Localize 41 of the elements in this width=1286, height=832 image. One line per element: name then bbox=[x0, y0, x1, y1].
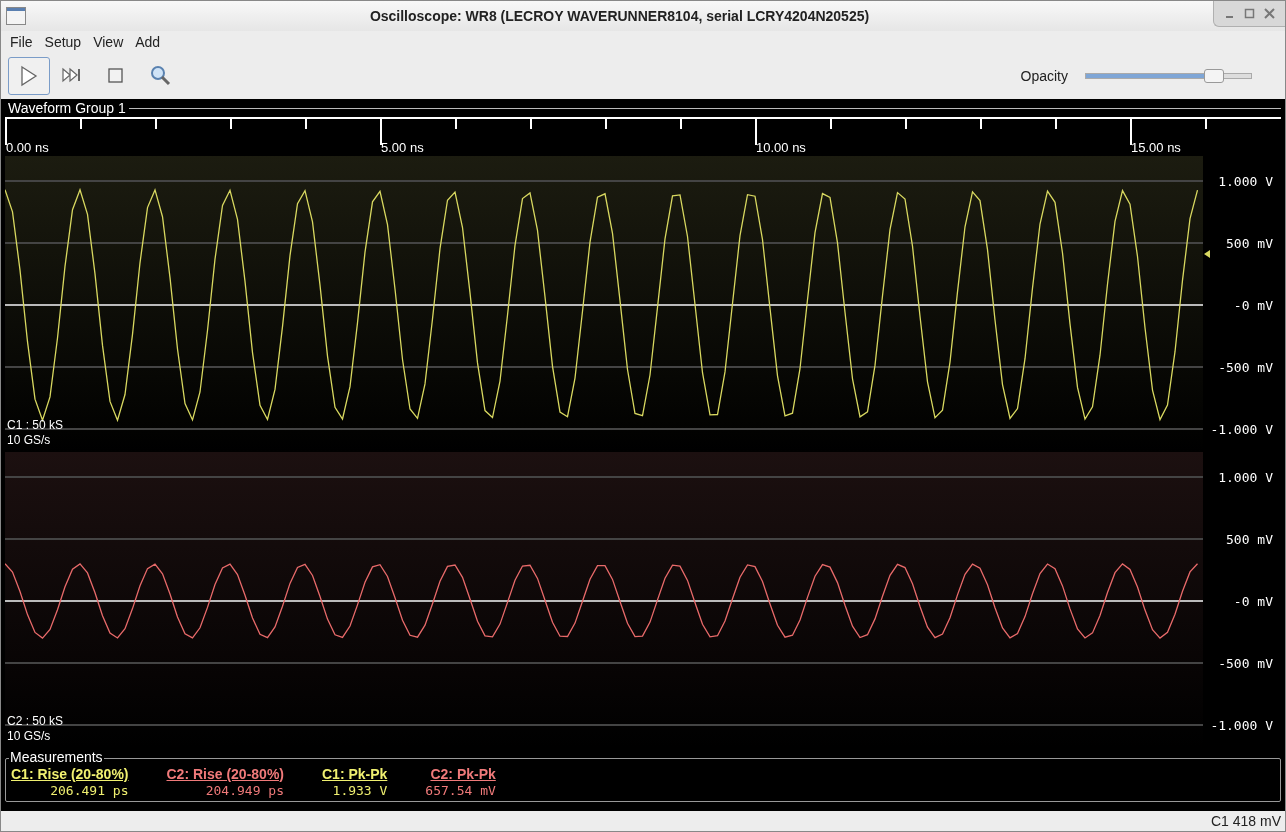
menu-item[interactable]: File bbox=[4, 31, 39, 53]
measurement-value: 1.933 V bbox=[332, 783, 388, 798]
time-label: 10.00 ns bbox=[756, 139, 806, 157]
slider-thumb[interactable] bbox=[1203, 69, 1224, 83]
opacity-slider[interactable] bbox=[1085, 69, 1252, 83]
axis-label: 500 mV bbox=[1226, 531, 1273, 549]
menu-item[interactable]: Setup bbox=[38, 31, 88, 53]
axis-label: 1.000 V bbox=[1218, 173, 1273, 191]
group-title: Waveform Group 1 bbox=[7, 99, 127, 118]
play-button[interactable] bbox=[8, 57, 50, 95]
menu-item[interactable]: Add bbox=[129, 31, 167, 53]
measurement-value: 657.54 mV bbox=[425, 783, 496, 798]
measurement-title: C2: Rise (20-80%) bbox=[166, 766, 284, 783]
channel-label: C1 : 50 kS bbox=[7, 418, 64, 433]
axis-label: -1.000 V bbox=[1210, 717, 1273, 735]
measurement-value: 204.949 ps bbox=[205, 783, 284, 798]
channel-label: C2 : 50 kS bbox=[7, 714, 64, 729]
measurement-title: C2: Pk-Pk bbox=[430, 766, 496, 783]
window-icon bbox=[6, 7, 26, 25]
time-label: 0.00 ns bbox=[6, 139, 49, 157]
close-icon[interactable] bbox=[1264, 8, 1275, 19]
status-text: C1 418 mV bbox=[1210, 811, 1281, 831]
axis-label: -0 mV bbox=[1233, 297, 1273, 315]
measurement-title: C1: Pk-Pk bbox=[322, 766, 388, 783]
measurement-title: C1: Rise (20-80%) bbox=[11, 766, 129, 783]
time-label: 5.00 ns bbox=[381, 139, 424, 157]
window-title: Oscilloscope: WR8 (LECROY WAVERUNNER8104, serial LCRY4204N20525) bbox=[368, 6, 871, 26]
axis-label: -500 mV bbox=[1218, 359, 1273, 377]
measurement-value: 206.491 ps bbox=[50, 783, 129, 798]
opacity-label: Opacity bbox=[1020, 66, 1068, 86]
axis-label: 500 mV bbox=[1226, 235, 1273, 253]
sample-rate: 10 GS/s bbox=[7, 433, 51, 448]
axis-label: -500 mV bbox=[1218, 655, 1273, 673]
axis-label: -1.000 V bbox=[1210, 421, 1273, 439]
axis-label: 1.000 V bbox=[1218, 469, 1273, 487]
axis-label: -0 mV bbox=[1233, 593, 1273, 611]
sample-rate: 10 GS/s bbox=[7, 729, 51, 744]
search-icon bbox=[150, 65, 172, 87]
menu-item[interactable]: View bbox=[87, 31, 130, 53]
maximize-icon[interactable] bbox=[1244, 8, 1255, 19]
time-label: 15.00 ns bbox=[1131, 139, 1181, 157]
